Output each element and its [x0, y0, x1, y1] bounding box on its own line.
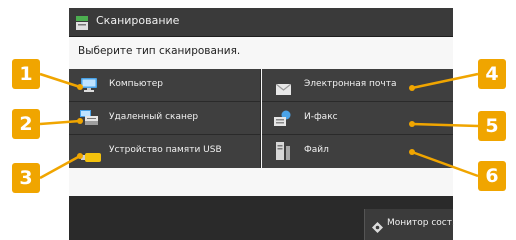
leader-line-2	[39, 119, 81, 126]
leader-dot-1	[77, 84, 83, 90]
callout-leaders	[39, 72, 479, 180]
leader-line-4	[411, 72, 479, 90]
leader-dot-3	[77, 153, 83, 159]
callout-badge-1: 1	[12, 59, 40, 89]
callout-badge-4: 4	[478, 59, 506, 89]
leader-line-6	[411, 150, 479, 178]
leader-line-5	[411, 122, 479, 128]
callout-badge-5: 5	[478, 111, 506, 141]
callout-badge-2: 2	[12, 109, 40, 139]
leader-dot-2	[77, 118, 83, 124]
callout-badge-6: 6	[478, 161, 506, 191]
leader-line-3	[39, 154, 81, 180]
leader-dot-4	[409, 85, 415, 91]
callout-badge-3: 3	[12, 163, 40, 193]
leader-line-1	[39, 72, 81, 89]
leader-dot-6	[409, 149, 415, 155]
leader-dot-5	[409, 121, 415, 127]
